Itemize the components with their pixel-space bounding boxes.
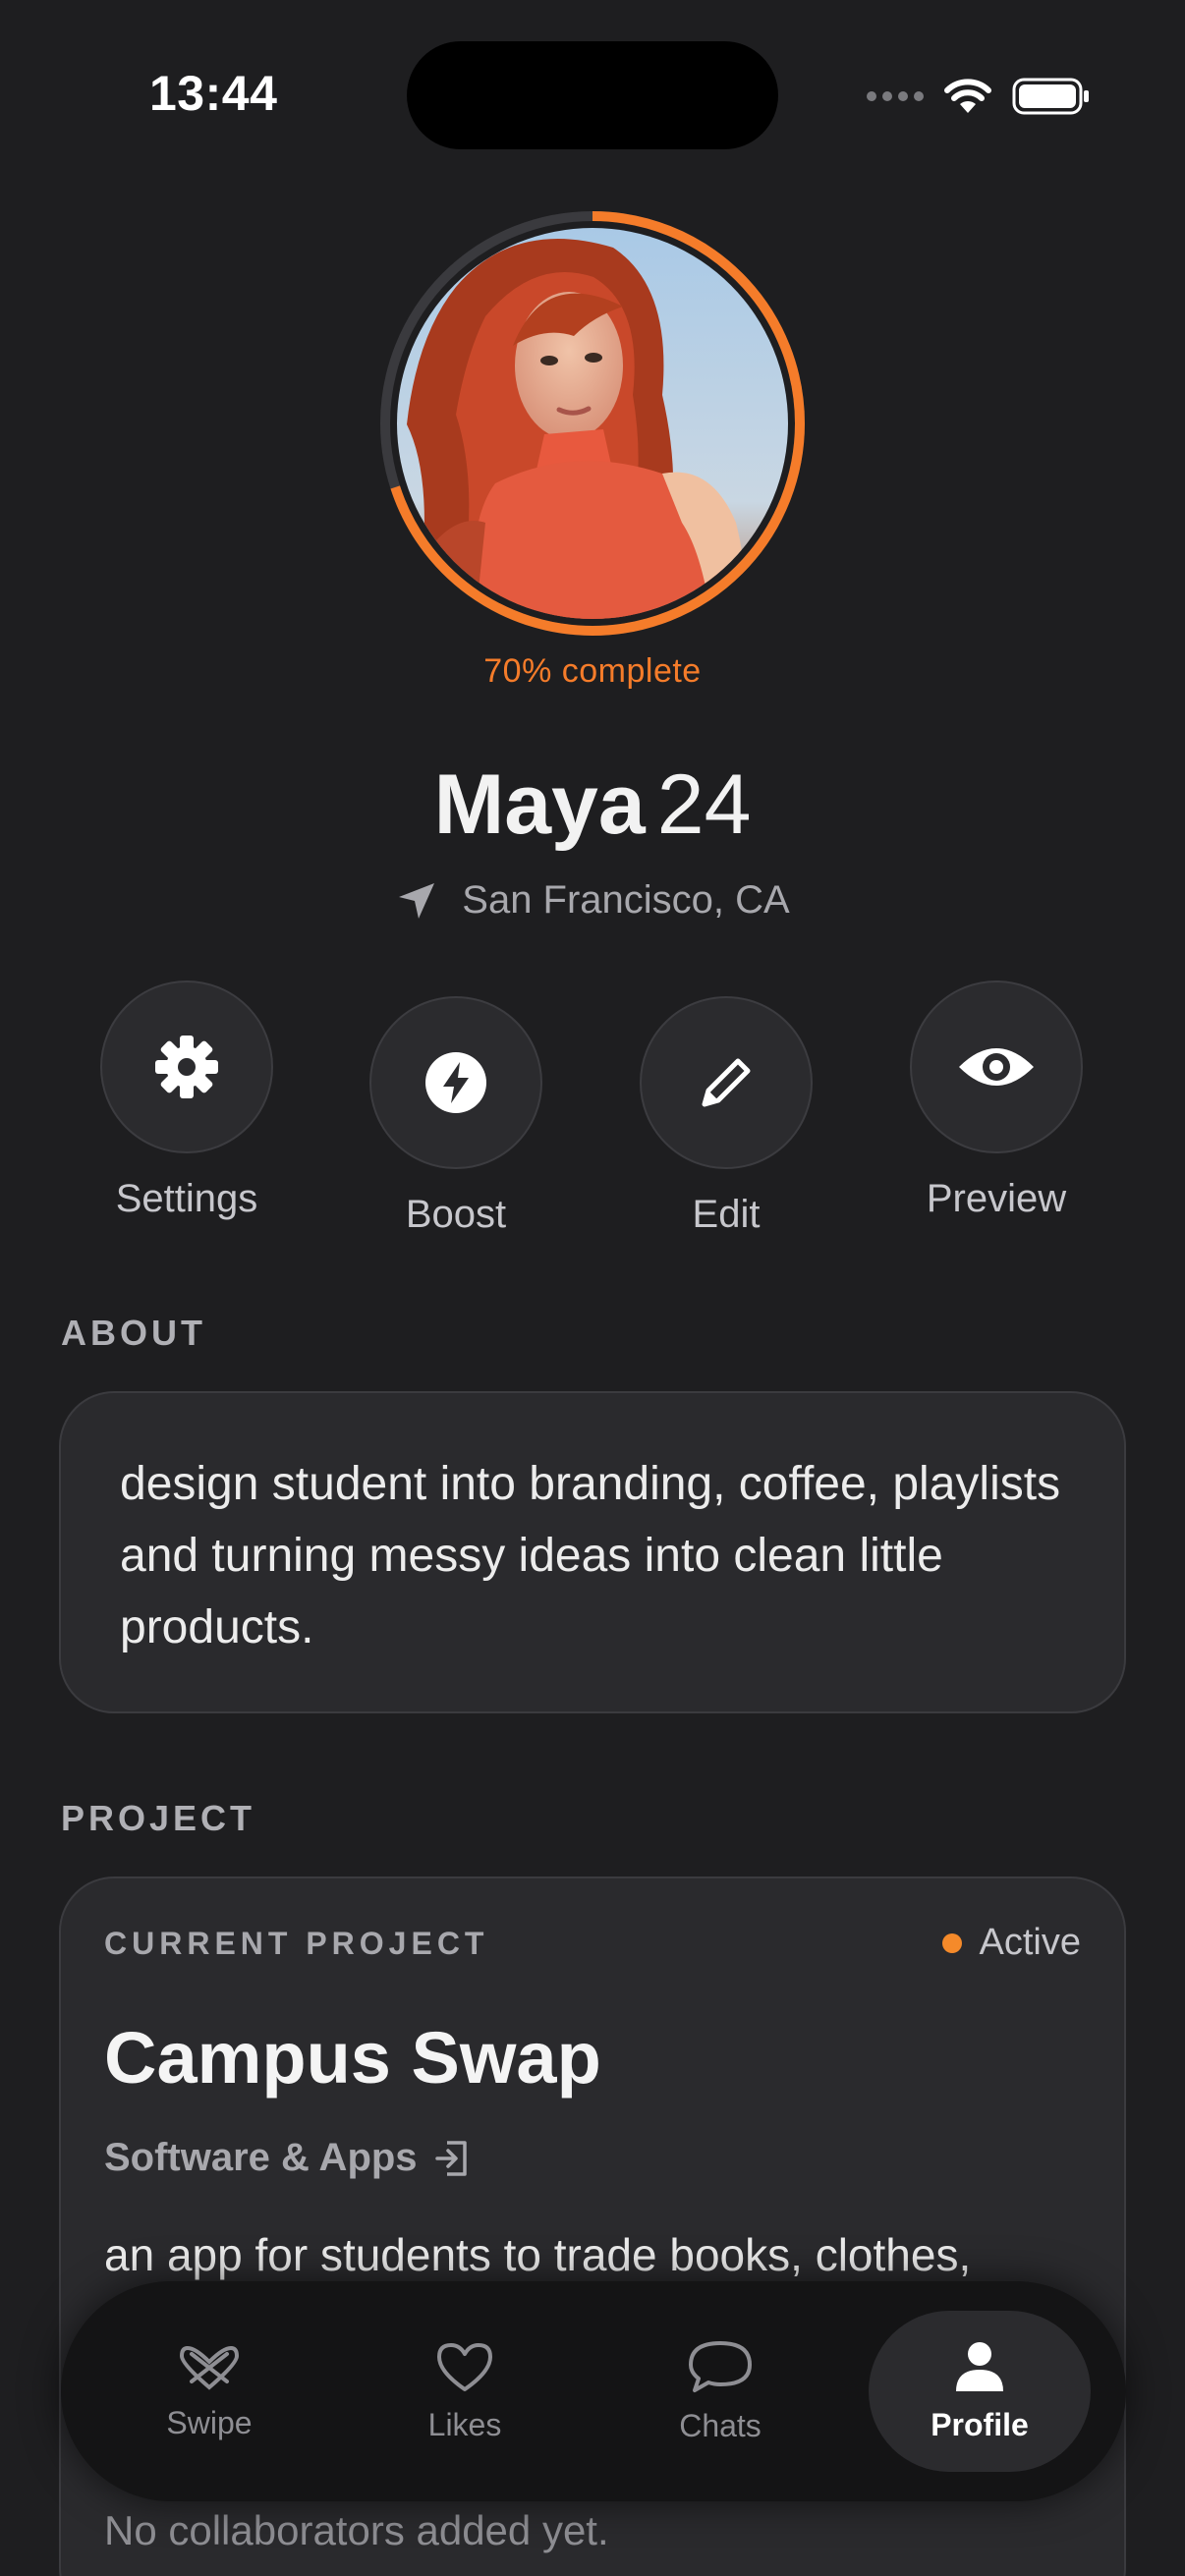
- edit-circle[interactable]: [640, 996, 813, 1169]
- bolt-icon: [425, 1052, 486, 1113]
- collaborators-empty-text: No collaborators added yet.: [104, 2507, 609, 2553]
- gear-icon: [155, 1036, 218, 1098]
- tab-profile[interactable]: Profile: [869, 2311, 1091, 2472]
- location-text: San Francisco, CA: [462, 878, 790, 922]
- preview-circle[interactable]: [910, 980, 1083, 1153]
- settings-button[interactable]: Settings: [98, 980, 275, 1221]
- boost-button[interactable]: Boost: [367, 996, 544, 1237]
- enter-icon: [434, 2140, 467, 2176]
- about-text: design student into branding, coffee, pl…: [120, 1458, 1061, 1653]
- tab-swipe[interactable]: Swipe: [96, 2281, 322, 2501]
- tab-chats[interactable]: Chats: [607, 2281, 833, 2501]
- battery-icon: [1012, 78, 1089, 115]
- project-status-badge: Active: [941, 1922, 1081, 1964]
- eye-icon: [959, 1048, 1034, 1086]
- tab-likes-label: Likes: [427, 2406, 502, 2442]
- project-status-text: Active: [979, 1922, 1081, 1963]
- completion-label: 70% complete: [483, 652, 702, 690]
- chat-bubble-icon: [689, 2340, 752, 2392]
- wifi-icon: [944, 79, 991, 113]
- preview-label: Preview: [926, 1177, 1067, 1220]
- project-section-title: PROJECT: [61, 1798, 256, 1838]
- edit-button[interactable]: Edit: [638, 996, 815, 1237]
- heart-icon: [437, 2342, 492, 2391]
- project-title: Campus Swap: [104, 2017, 601, 2099]
- settings-label: Settings: [115, 1177, 258, 1220]
- dynamic-island: [407, 41, 778, 149]
- profile-name: Maya: [433, 757, 646, 852]
- swipe-icon: [179, 2345, 240, 2390]
- project-eyebrow: CURRENT PROJECT: [104, 1926, 489, 1961]
- edit-label: Edit: [692, 1193, 761, 1236]
- profile-screen: 13:44 70% complete Maya 24 San Francisco…: [0, 0, 1185, 2576]
- preview-button[interactable]: Preview: [908, 980, 1085, 1221]
- profile-age: 24: [656, 757, 752, 852]
- tab-bar: Swipe Likes Chats Profile: [61, 2281, 1126, 2501]
- avatar-photo: [397, 228, 788, 619]
- location-row: San Francisco, CA: [0, 878, 1185, 923]
- name-age-heading: Maya 24: [0, 756, 1185, 854]
- person-icon: [956, 2341, 1003, 2391]
- boost-circle[interactable]: [369, 996, 542, 1169]
- cellular-signal-icon: [867, 91, 924, 101]
- about-card[interactable]: design student into branding, coffee, pl…: [59, 1391, 1126, 1713]
- settings-circle[interactable]: [100, 980, 273, 1153]
- project-category-text: Software & Apps: [104, 2136, 418, 2179]
- profile-avatar[interactable]: [377, 208, 808, 639]
- tab-chats-label: Chats: [679, 2407, 762, 2443]
- tab-profile-label: Profile: [931, 2406, 1029, 2442]
- pencil-icon: [702, 1058, 751, 1107]
- about-section-title: ABOUT: [61, 1313, 206, 1353]
- location-arrow-icon: [399, 882, 435, 919]
- boost-label: Boost: [405, 1193, 507, 1236]
- status-time: 13:44: [149, 66, 278, 121]
- project-category[interactable]: Software & Apps: [104, 2136, 471, 2180]
- status-dot-icon: [941, 1932, 962, 1953]
- project-description: an app for students to trade books, clot…: [104, 2229, 972, 2280]
- tab-swipe-label: Swipe: [166, 2404, 253, 2440]
- status-icons: [867, 77, 1091, 116]
- tab-likes[interactable]: Likes: [352, 2281, 578, 2501]
